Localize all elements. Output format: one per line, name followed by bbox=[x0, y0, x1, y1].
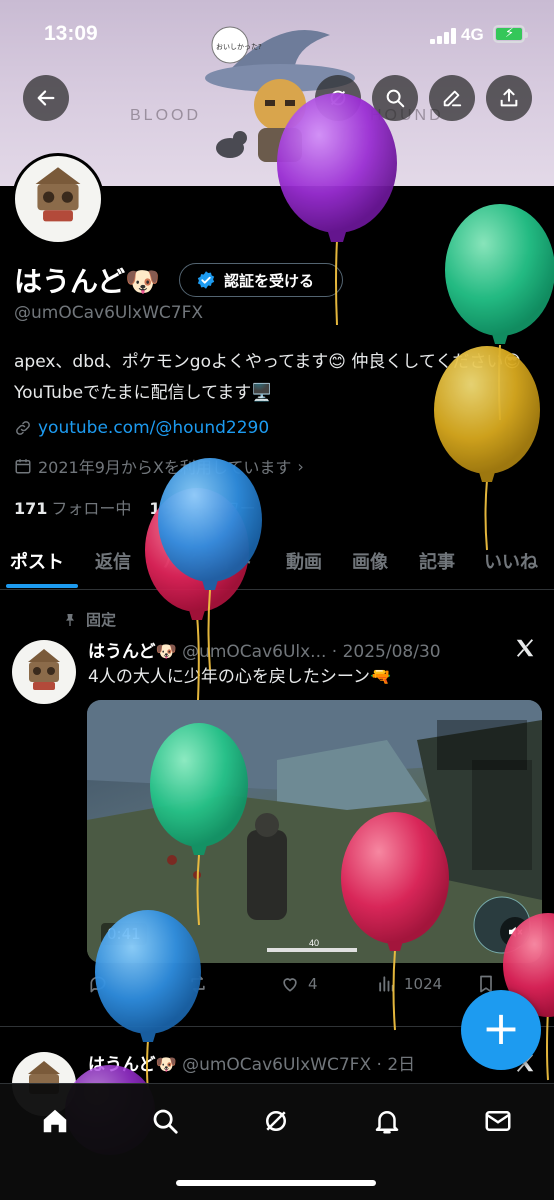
nav-messages[interactable] bbox=[481, 1104, 515, 1138]
bell-icon bbox=[375, 1111, 399, 1134]
heart-icon bbox=[283, 978, 297, 992]
followers-label: フォロワー bbox=[175, 499, 256, 518]
calendar-icon bbox=[15, 459, 31, 474]
share-button[interactable] bbox=[486, 75, 532, 121]
search-icon bbox=[153, 1109, 178, 1134]
like-count: 4 bbox=[308, 975, 318, 993]
repost-icon bbox=[191, 975, 205, 993]
video-hud-value: 40 bbox=[309, 938, 319, 948]
profile-avatar[interactable] bbox=[12, 153, 104, 245]
follow-stats: 171 フォロー中 16 フォロワー bbox=[14, 495, 256, 519]
tweet-handle-date: @umOCav6UlxWC7FX · 2日 bbox=[182, 1055, 416, 1075]
pinned-label: 固定 bbox=[86, 611, 117, 629]
edit-icon bbox=[443, 90, 462, 107]
home-icon bbox=[43, 1109, 67, 1133]
active-tab-indicator bbox=[6, 584, 78, 588]
compose-button[interactable]: + bbox=[461, 990, 541, 1070]
profile-bio: apex、dbd、ポケモンgoよくやってます😊 仲良くしてください😎 YouTu… bbox=[14, 352, 522, 403]
battery-icon: ⚡ bbox=[493, 25, 528, 43]
tab-articles[interactable]: 記事 bbox=[419, 548, 455, 574]
like-button[interactable]: 4 bbox=[280, 974, 318, 994]
banner-text-left: BLOOD bbox=[130, 107, 201, 124]
following-label: フォロー中 bbox=[51, 499, 132, 518]
get-verified-label: 認証を受ける bbox=[224, 271, 315, 290]
tweet-header: はうんど🐶 @umOCav6UlxWC7FX · 2日 bbox=[88, 1050, 415, 1075]
search-icon bbox=[386, 89, 405, 108]
arrow-left-icon bbox=[37, 90, 55, 106]
mail-icon bbox=[485, 1111, 511, 1131]
tab-highlights[interactable]: ハイライト bbox=[163, 548, 253, 574]
repost-button[interactable] bbox=[188, 974, 208, 994]
tab-replies[interactable]: 返信 bbox=[95, 548, 131, 574]
following-link[interactable]: 171 フォロー中 bbox=[14, 495, 131, 519]
tweet-author-name[interactable]: はうんど🐶 bbox=[88, 642, 177, 662]
search-button[interactable] bbox=[372, 75, 418, 121]
grok-icon bbox=[266, 1111, 286, 1131]
status-bar: 13:09 4G ⚡ bbox=[0, 0, 554, 70]
display-name: はうんど🐶 bbox=[14, 265, 161, 298]
nav-notifications[interactable] bbox=[370, 1104, 404, 1138]
x-logo-icon[interactable] bbox=[514, 637, 536, 659]
followers-link[interactable]: 16 フォロワー bbox=[149, 495, 255, 519]
speaker-muted-icon bbox=[509, 926, 523, 938]
joined-text: 2021年9月からXを利用しています bbox=[38, 458, 292, 477]
profile-handle: @umOCav6UlxWC7FX bbox=[14, 303, 204, 323]
nav-grok[interactable] bbox=[259, 1104, 293, 1138]
tab-posts[interactable]: ポスト bbox=[10, 548, 64, 574]
joined-date[interactable]: 2021年9月からXを利用しています › bbox=[14, 454, 304, 478]
home-indicator bbox=[176, 1180, 376, 1186]
get-verified-button[interactable]: 認証を受ける bbox=[179, 263, 343, 297]
tweet-handle-date: @umOCav6Ulx... · 2025/08/30 bbox=[182, 642, 441, 662]
grok-icon bbox=[330, 90, 346, 106]
tab-likes[interactable]: いいね bbox=[484, 548, 538, 574]
mute-button[interactable] bbox=[500, 917, 530, 947]
network-label: 4G bbox=[461, 25, 484, 44]
reply-button[interactable] bbox=[88, 974, 108, 994]
tweet-header: はうんど🐶 @umOCav6Ulx... · 2025/08/30 bbox=[88, 637, 441, 662]
nav-home[interactable] bbox=[38, 1104, 72, 1138]
tweet-avatar[interactable] bbox=[12, 640, 76, 704]
status-time: 13:09 bbox=[44, 22, 98, 45]
tab-videos[interactable]: 動画 bbox=[286, 548, 322, 574]
signal-icon bbox=[430, 28, 456, 44]
pinned-indicator: 固定 bbox=[62, 609, 116, 630]
views-button[interactable]: 1024 bbox=[376, 974, 442, 994]
video-frame: 40 bbox=[87, 700, 542, 963]
profile-link-text[interactable]: youtube.com/@hound2290 bbox=[38, 418, 269, 438]
nav-search[interactable] bbox=[148, 1104, 182, 1138]
view-count: 1024 bbox=[404, 975, 443, 993]
link-icon bbox=[16, 421, 30, 435]
avatar-image bbox=[35, 167, 81, 222]
tweet-text: 4人の大人に少年の心を戻したシーン🔫 bbox=[88, 667, 392, 687]
tweet-actions: 4 1024 bbox=[88, 974, 508, 1000]
bar-chart-icon bbox=[379, 976, 394, 992]
video-duration: 0:41 bbox=[101, 923, 147, 945]
profile-tabs: ポスト 返信 ハイライト 動画 画像 記事 いいね bbox=[0, 536, 554, 590]
share-icon bbox=[500, 88, 518, 107]
profile-link[interactable]: youtube.com/@hound2290 bbox=[14, 418, 269, 438]
reply-icon bbox=[90, 976, 106, 993]
tweet-video[interactable]: 40 0:41 bbox=[87, 700, 542, 963]
verified-badge-icon bbox=[197, 271, 215, 289]
plus-icon: + bbox=[481, 1001, 521, 1055]
back-button[interactable] bbox=[23, 75, 69, 121]
grok-button[interactable] bbox=[315, 75, 361, 121]
edit-button[interactable] bbox=[429, 75, 475, 121]
followers-count: 16 bbox=[149, 499, 172, 518]
following-count: 171 bbox=[14, 499, 48, 518]
chevron-right-icon: › bbox=[297, 456, 304, 476]
avatar-image bbox=[28, 649, 60, 690]
pin-icon bbox=[66, 613, 74, 626]
tab-images[interactable]: 画像 bbox=[352, 548, 388, 574]
tweet-author-name[interactable]: はうんど🐶 bbox=[88, 1055, 177, 1075]
